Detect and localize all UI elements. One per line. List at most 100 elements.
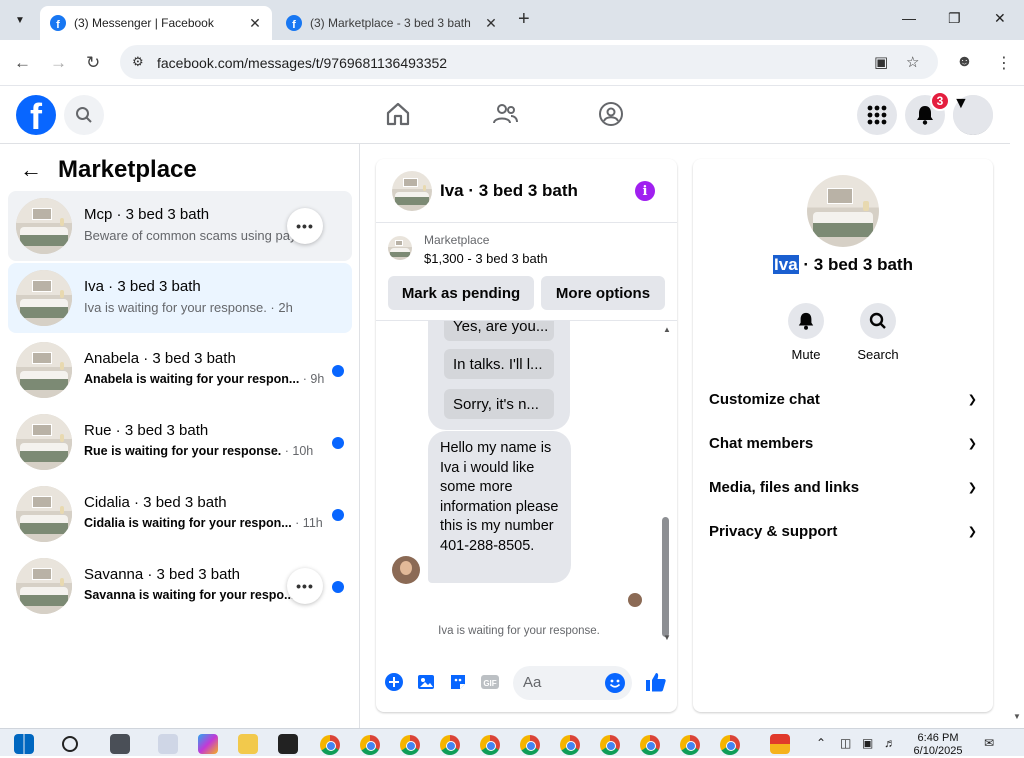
quick-reply[interactable]: Yes, are you...: [444, 321, 554, 341]
listing-price[interactable]: $1,300 - 3 bed 3 bath: [424, 251, 548, 266]
app-icon[interactable]: [278, 734, 298, 754]
file-explorer-icon[interactable]: [238, 734, 258, 754]
chrome-icon[interactable]: [480, 735, 500, 755]
restore-icon[interactable]: ❐: [948, 10, 961, 27]
minimize-icon[interactable]: —: [902, 10, 916, 26]
windows-taskbar: ⌃ ◫ ▣ ♬ 6:46 PM 6/10/2025 ✉: [0, 728, 1024, 758]
listing-thumbnail[interactable]: [388, 236, 412, 260]
conversation-preview: Cidalia is waiting for your respon... · …: [84, 516, 323, 530]
conversation-name: Rue · 3 bed 3 bath: [84, 422, 209, 439]
unread-dot: [332, 437, 344, 449]
chat-title[interactable]: Iva · 3 bed 3 bath: [440, 181, 578, 201]
profile-icon[interactable]: ☻: [956, 53, 973, 71]
volume-icon[interactable]: ♬: [884, 736, 896, 750]
conversation-savanna[interactable]: Savanna · 3 bed 3 bath Savanna is waitin…: [8, 551, 352, 621]
search-in-conversation-button[interactable]: Search: [848, 303, 908, 362]
section-media-files-links[interactable]: Media, files and links ❯: [709, 465, 977, 509]
snipping-tool-icon[interactable]: [158, 734, 178, 754]
sticker-icon[interactable]: [448, 672, 468, 692]
mark-as-pending-button[interactable]: Mark as pending: [388, 276, 534, 310]
url-text[interactable]: facebook.com/messages/t/9769681136493352: [157, 55, 447, 71]
home-icon[interactable]: [384, 100, 412, 128]
notification-center-icon[interactable]: ✉: [984, 736, 994, 750]
info-icon[interactable]: i: [635, 181, 655, 201]
message-bubble[interactable]: Hello my name is Iva i would like some m…: [428, 431, 571, 583]
reload-icon[interactable]: ↻: [86, 53, 100, 73]
listing-category: Marketplace: [424, 233, 490, 247]
back-arrow-icon[interactable]: ←: [14, 53, 31, 73]
tray-app-icon[interactable]: ◫: [840, 736, 851, 750]
close-tab-icon[interactable]: ✕: [246, 15, 264, 32]
task-view-icon[interactable]: [110, 734, 130, 754]
address-bar[interactable]: ⚙ facebook.com/messages/t/97696811364933…: [120, 45, 938, 79]
chrome-icon[interactable]: [680, 735, 700, 755]
mute-button[interactable]: Mute: [776, 303, 836, 362]
message-thread[interactable]: Yes, are you... In talks. I'll l... Sorr…: [376, 321, 677, 651]
site-info-icon[interactable]: ⚙: [132, 54, 144, 70]
conversation-photo[interactable]: [807, 175, 879, 247]
groups-icon[interactable]: [597, 100, 625, 128]
browser-menu-icon[interactable]: ⋮: [996, 53, 1012, 73]
back-arrow-icon[interactable]: ←: [20, 157, 42, 183]
page-scrollbar[interactable]: ▼: [1010, 144, 1024, 728]
close-tab-icon[interactable]: ✕: [482, 15, 500, 32]
section-chat-members[interactable]: Chat members ❯: [709, 421, 977, 465]
more-options-icon[interactable]: •••: [287, 208, 323, 244]
tab-search-button[interactable]: ▼: [8, 8, 32, 32]
quick-reply[interactable]: Sorry, it's n...: [444, 389, 554, 419]
more-options-icon[interactable]: •••: [287, 568, 323, 604]
conversation-name: Cidalia · 3 bed 3 bath: [84, 494, 227, 511]
chevron-down-icon: ❯: [967, 525, 977, 538]
tab-messenger[interactable]: f (3) Messenger | Facebook ✕: [40, 6, 272, 40]
thread-scrollbar[interactable]: ▲ ▼: [661, 325, 671, 645]
more-options-button[interactable]: More options: [541, 276, 665, 310]
plus-icon[interactable]: [384, 672, 404, 692]
chrome-icon[interactable]: [720, 735, 740, 755]
quick-reply[interactable]: In talks. I'll l...: [444, 349, 554, 379]
conversation-iva[interactable]: Iva · 3 bed 3 bath Iva is waiting for yo…: [8, 263, 352, 333]
chrome-icon[interactable]: [440, 735, 460, 755]
new-tab-button[interactable]: +: [518, 8, 530, 31]
start-icon[interactable]: [14, 734, 34, 754]
conversation-list-panel: ← Marketplace Mcp · 3 bed 3 bath Beware …: [0, 144, 360, 728]
copilot-icon[interactable]: [198, 734, 218, 754]
chevron-down-icon[interactable]: ▼: [953, 95, 993, 135]
friends-icon[interactable]: [491, 100, 519, 128]
close-window-icon[interactable]: ✕: [994, 10, 1006, 27]
chrome-icon[interactable]: [600, 735, 620, 755]
forward-arrow-icon[interactable]: →: [50, 53, 67, 73]
conversation-cidalia[interactable]: Cidalia · 3 bed 3 bath Cidalia is waitin…: [8, 479, 352, 549]
conversation-anabela[interactable]: Anabela · 3 bed 3 bath Anabela is waitin…: [8, 335, 352, 405]
chrome-icon[interactable]: [400, 735, 420, 755]
section-privacy-support[interactable]: Privacy & support ❯: [709, 509, 977, 553]
facebook-logo-icon[interactable]: f: [16, 95, 56, 135]
bookmark-star-icon[interactable]: ☆: [906, 53, 919, 71]
photo-icon[interactable]: [416, 672, 436, 692]
chrome-icon[interactable]: [640, 735, 660, 755]
section-customize-chat[interactable]: Customize chat ❯: [709, 377, 977, 421]
chrome-icon[interactable]: [320, 735, 340, 755]
chrome-icon[interactable]: [520, 735, 540, 755]
tray-chevron-icon[interactable]: ⌃: [816, 736, 826, 750]
app-icon[interactable]: [770, 734, 790, 754]
gif-icon[interactable]: GIF: [480, 672, 500, 692]
conversation-rue[interactable]: Rue · 3 bed 3 bath Rue is waiting for yo…: [8, 407, 352, 477]
conversation-name: Savanna · 3 bed 3 bath: [84, 566, 240, 583]
chrome-icon[interactable]: [360, 735, 380, 755]
chat-avatar[interactable]: [392, 171, 432, 211]
network-icon[interactable]: ▣: [862, 736, 873, 750]
tab-marketplace[interactable]: f (3) Marketplace - 3 bed 3 bath ✕: [276, 6, 508, 40]
chrome-icon[interactable]: [560, 735, 580, 755]
menu-grid-button[interactable]: [857, 95, 897, 135]
message-input[interactable]: Aa: [513, 666, 632, 700]
thumbs-up-icon[interactable]: [644, 672, 668, 692]
system-clock[interactable]: 6:46 PM 6/10/2025: [906, 732, 970, 758]
search-button[interactable]: [64, 95, 104, 135]
search-icon[interactable]: [62, 736, 78, 752]
notification-badge: 3: [930, 91, 950, 111]
conversation-mcp[interactable]: Mcp · 3 bed 3 bath Beware of common scam…: [8, 191, 352, 261]
unread-dot: [332, 509, 344, 521]
install-app-icon[interactable]: ▣: [874, 53, 888, 71]
emoji-icon[interactable]: [605, 673, 625, 693]
sender-avatar[interactable]: [392, 556, 420, 584]
